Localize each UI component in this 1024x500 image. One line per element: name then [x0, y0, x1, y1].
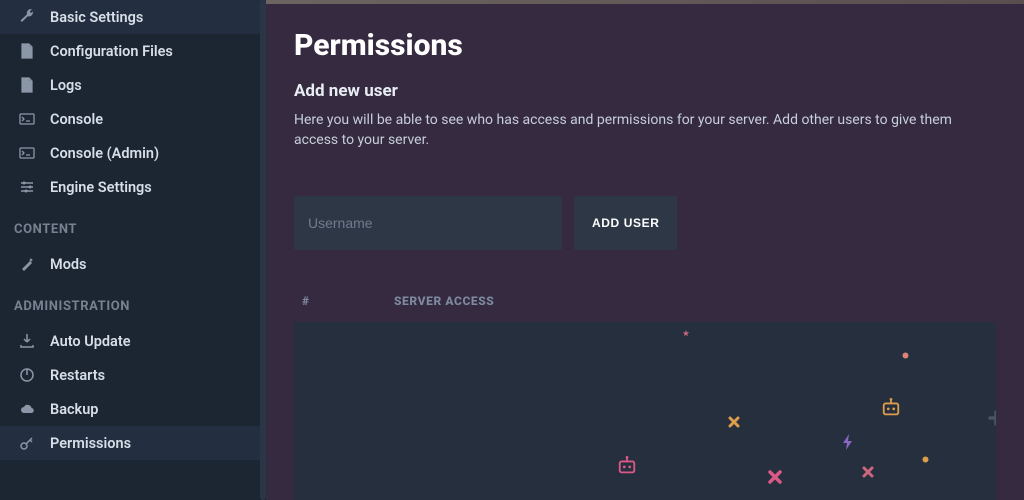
sidebar-section-administration: ADMINISTRATION: [0, 281, 266, 324]
wand-icon: [18, 255, 36, 273]
sidebar-item-label: Restarts: [50, 367, 105, 384]
sidebar-item-label: Engine Settings: [50, 179, 152, 196]
sidebar-item-label: Console (Admin): [50, 145, 159, 162]
sidebar-item-mods[interactable]: Mods: [0, 247, 266, 281]
column-server-access: SERVER ACCESS: [394, 294, 494, 308]
username-input[interactable]: [294, 196, 562, 250]
column-index: #: [302, 294, 394, 308]
robot-icon: [880, 398, 902, 418]
sidebar-item-label: Console: [50, 111, 103, 128]
terminal-icon: [18, 110, 36, 128]
x-icon: [768, 470, 782, 484]
terminal-icon: [18, 144, 36, 162]
sidebar-item-label: Backup: [50, 401, 98, 418]
cloud-icon: [18, 400, 36, 418]
permissions-table-body: [294, 322, 996, 500]
bolt-icon: [842, 434, 854, 450]
file-icon: [18, 76, 36, 94]
add-user-button[interactable]: ADD USER: [574, 196, 677, 250]
sidebar-item-label: Logs: [50, 77, 82, 94]
robot-icon: [616, 456, 638, 476]
x-icon: [862, 466, 874, 478]
sidebar-item-label: Mods: [50, 256, 87, 273]
page-title: Permissions: [294, 28, 996, 63]
sidebar-item-console[interactable]: Console: [0, 102, 266, 136]
star-icon: [682, 330, 690, 338]
add-user-heading: Add new user: [294, 81, 996, 101]
sliders-icon: [18, 178, 36, 196]
sidebar-item-basic-settings[interactable]: Basic Settings: [0, 0, 266, 34]
sidebar: Basic Settings Configuration Files Logs Con…: [0, 0, 266, 500]
add-user-description: Here you will be able to see who has acc…: [294, 111, 996, 150]
main-content: Permissions Add new user Here you will b…: [266, 0, 1024, 500]
plus-icon: [988, 410, 996, 426]
sidebar-item-label: Configuration Files: [50, 43, 173, 60]
sidebar-item-label: Auto Update: [50, 333, 131, 350]
sidebar-section-content: CONTENT: [0, 204, 266, 247]
sidebar-item-permissions[interactable]: Permissions: [0, 426, 266, 460]
sidebar-item-console-admin-[interactable]: Console (Admin): [0, 136, 266, 170]
power-icon: [18, 366, 36, 384]
sidebar-item-engine-settings[interactable]: Engine Settings: [0, 170, 266, 204]
wrench-icon: [18, 8, 36, 26]
x-icon: [728, 416, 740, 428]
download-icon: [18, 332, 36, 350]
sidebar-item-auto-update[interactable]: Auto Update: [0, 324, 266, 358]
sidebar-item-label: Basic Settings: [50, 9, 143, 26]
add-user-row: ADD USER: [294, 196, 996, 250]
permissions-table-header: # SERVER ACCESS: [294, 290, 996, 322]
dot-icon: [922, 456, 929, 463]
sidebar-item-configuration-files[interactable]: Configuration Files: [0, 34, 266, 68]
key-icon: [18, 434, 36, 452]
sidebar-item-label: Permissions: [50, 435, 131, 452]
sidebar-item-backup[interactable]: Backup: [0, 392, 266, 426]
sidebar-item-logs[interactable]: Logs: [0, 68, 266, 102]
sidebar-item-restarts[interactable]: Restarts: [0, 358, 266, 392]
dot-icon: [902, 352, 909, 359]
file-icon: [18, 42, 36, 60]
